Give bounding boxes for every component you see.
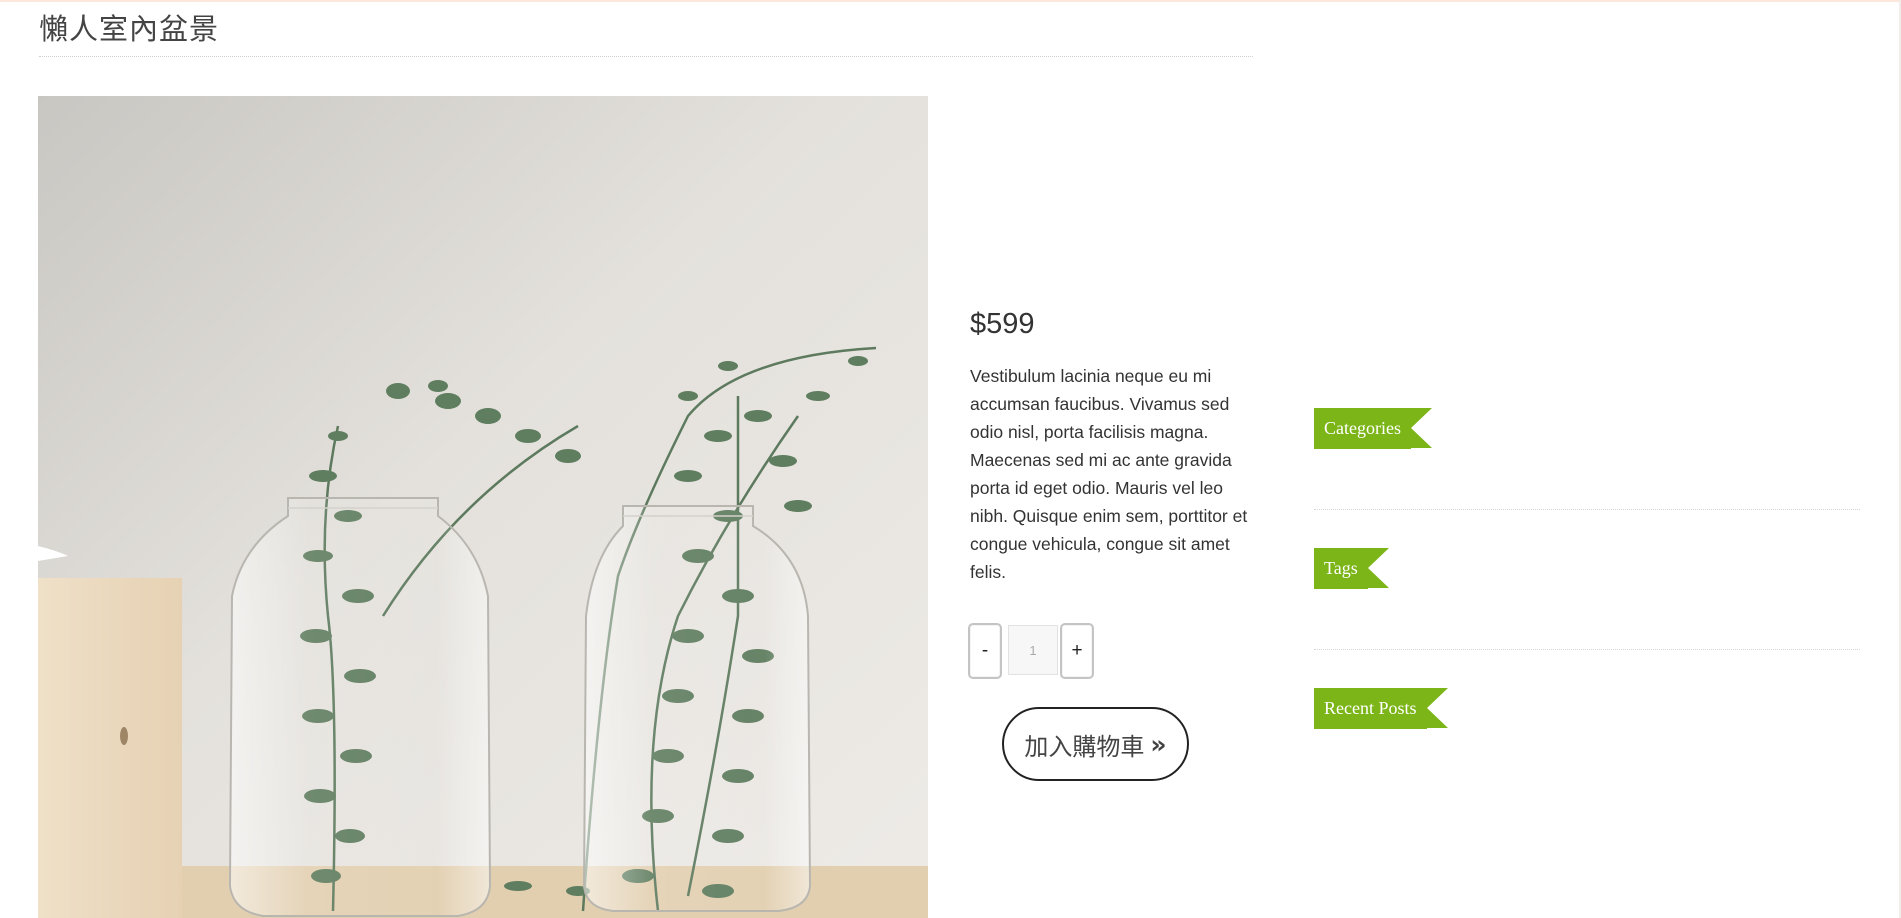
quantity-plus-button[interactable]: + <box>1060 623 1094 679</box>
widget-divider <box>1314 649 1860 650</box>
top-border <box>0 0 1901 2</box>
widget-title-recent-posts: Recent Posts <box>1314 688 1447 729</box>
quantity-minus-button[interactable]: - <box>968 623 1002 679</box>
add-to-cart-button[interactable]: 加入購物車 » <box>1002 707 1189 781</box>
quantity-input[interactable] <box>1008 625 1058 675</box>
widget-title-tags: Tags <box>1314 548 1389 589</box>
title-divider <box>39 56 1253 57</box>
widget-title-categories: Categories <box>1314 408 1432 449</box>
product-image[interactable] <box>38 96 928 918</box>
product-price: $599 <box>970 308 1035 340</box>
add-to-cart-label: 加入購物車 <box>1024 732 1145 761</box>
double-chevron-right-icon: » <box>1150 729 1167 759</box>
widget-divider <box>1314 509 1860 510</box>
product-description: Vestibulum lacinia neque eu mi accumsan … <box>970 366 1248 582</box>
page-title: 懶人室內盆景 <box>39 12 220 46</box>
